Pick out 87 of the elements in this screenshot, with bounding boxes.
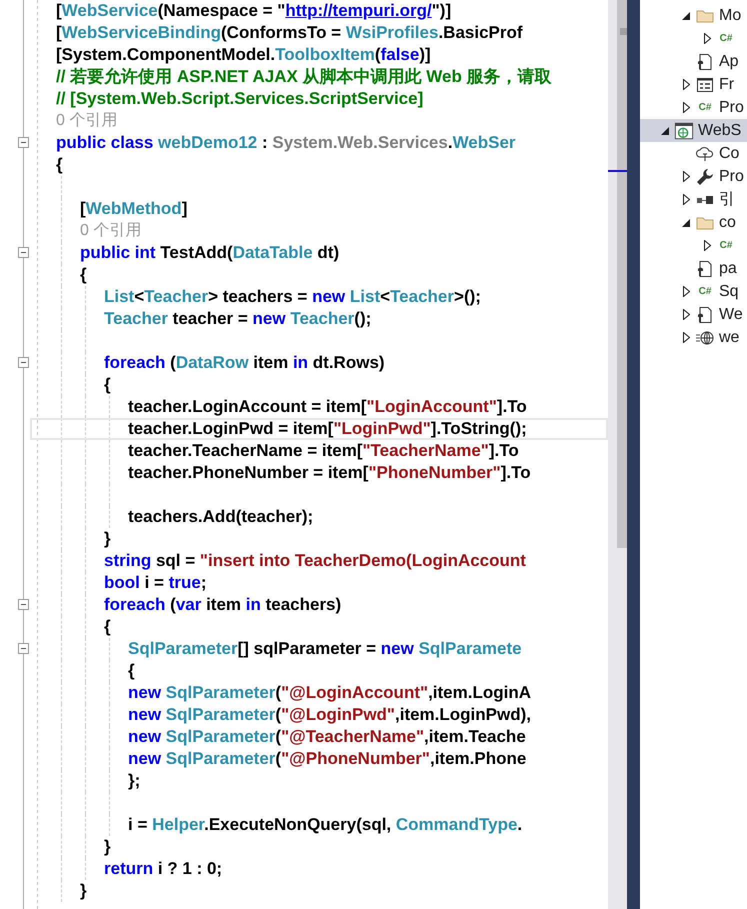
collapsed-arrow-icon[interactable] (704, 33, 710, 44)
collapsed-arrow-icon[interactable] (682, 194, 690, 205)
collapsed-arrow-icon[interactable] (682, 171, 690, 182)
code-line: new SqlParameter("@LoginPwd",item.LoginPwd), (128, 704, 531, 726)
code-line: public class webDemo12 : System.Web.Services.WebSer (56, 132, 516, 154)
collapsed-arrow-icon[interactable] (682, 332, 690, 343)
tree-item[interactable]: We (640, 303, 747, 326)
tree-item[interactable]: C# Sq (640, 280, 747, 303)
reference-icon (696, 194, 714, 204)
tree-item[interactable]: C# Pro (640, 96, 747, 119)
document-wrench-icon (696, 306, 714, 324)
expanded-arrow-icon[interactable] (682, 12, 690, 20)
folder-icon (696, 8, 714, 22)
url-link[interactable]: http://tempuri.org/ (285, 1, 432, 20)
cloud-icon (695, 146, 715, 162)
globe-window-icon (674, 120, 694, 140)
code-line: foreach (DataRow item in dt.Rows) (104, 352, 385, 374)
csharp-file-icon: C# (720, 33, 732, 44)
code-line: teacher.TeacherName = item["TeacherName"].To (128, 440, 519, 462)
code-line: } (104, 528, 111, 550)
code-line: i = Helper.ExecuteNonQuery(sql, CommandType. (128, 814, 522, 836)
code-line: return i ? 1 : 0; (104, 858, 222, 880)
code-line: { (56, 154, 63, 176)
collapsed-arrow-icon[interactable] (682, 309, 690, 320)
tree-item[interactable]: co (640, 211, 747, 234)
code-line: [WebService(Namespace = "http://tempuri.org/")] (56, 0, 452, 22)
fold-toggle[interactable] (18, 357, 29, 368)
tree-item[interactable]: pa (640, 257, 747, 280)
code-line: bool i = true; (104, 572, 207, 594)
collapsed-arrow-icon[interactable] (682, 286, 690, 297)
tree-item[interactable]: Pro (640, 165, 747, 188)
tree-item[interactable]: Co (640, 142, 747, 165)
expanded-arrow-icon[interactable] (682, 218, 690, 226)
form-icon (696, 76, 714, 92)
csharp-file-icon: C# (720, 240, 732, 251)
code-line: public int TestAdd(DataTable dt) (80, 242, 340, 264)
code-line: { (104, 616, 111, 638)
code-line: teacher.LoginAccount = item["LoginAccount"].To (128, 396, 527, 418)
vertical-scrollbar[interactable] (608, 0, 627, 909)
code-line: string sql = "insert into TeacherDemo(LoginAccount (104, 550, 526, 572)
code-line: // [System.Web.Script.Services.ScriptService] (56, 88, 424, 110)
tree-item[interactable]: C# (640, 27, 747, 50)
document-wrench-icon (696, 52, 714, 70)
code-line: new SqlParameter("@PhoneNumber",item.Phone (128, 748, 526, 770)
csharp-file-icon: C# (698, 286, 712, 297)
tree-item[interactable]: Fr (640, 73, 747, 96)
fold-toggle[interactable] (18, 137, 29, 148)
tree-item[interactable]: Ap (640, 50, 747, 73)
code-line: List<Teacher> teachers = new List<Teacher>(); (104, 286, 481, 308)
collapsed-arrow-icon[interactable] (704, 240, 710, 251)
code-line: new SqlParameter("@LoginAccount",item.LoginA (128, 682, 532, 704)
code-line: teacher.PhoneNumber = item["PhoneNumber"].To (128, 462, 531, 484)
collapsed-arrow-icon[interactable] (682, 102, 690, 113)
code-line: teacher.LoginPwd = item["LoginPwd"].ToString(); (128, 418, 527, 440)
code-line: foreach (var item in teachers) (104, 594, 342, 616)
csharp-file-icon: C# (698, 102, 712, 113)
code-line: }; (128, 770, 140, 792)
code-line: [WebMethod] (80, 198, 188, 220)
document-wrench-icon (696, 260, 714, 278)
code-line: { (104, 374, 111, 396)
caret-position-marker (608, 170, 627, 172)
fold-toggle[interactable] (18, 599, 29, 610)
code-line: } (104, 836, 111, 858)
code-line: SqlParameter[] sqlParameter = new SqlParamete (128, 638, 522, 660)
tree-item[interactable]: Mo (640, 4, 747, 27)
scroll-marker (620, 28, 627, 35)
fold-toggle[interactable] (18, 643, 29, 654)
code-line: Teacher teacher = new Teacher(); (104, 308, 372, 330)
collapsed-arrow-icon[interactable] (682, 79, 690, 90)
code-line: [System.ComponentModel.ToolboxItem(false)] (56, 44, 431, 66)
code-line: // 若要允许使用 ASP.NET AJAX 从脚本中调用此 Web 服务，请取 (56, 66, 552, 88)
expanded-arrow-icon[interactable] (661, 126, 669, 134)
code-line: { (128, 660, 135, 682)
code-line: new SqlParameter("@TeacherName",item.Teache (128, 726, 526, 748)
globe-icon (695, 330, 715, 346)
tree-item[interactable]: we (640, 326, 747, 349)
wrench-icon (696, 168, 714, 186)
code-line: [WebServiceBinding(ConformsTo = WsiProfiles.BasicProf (56, 22, 523, 44)
code-line: { (80, 264, 87, 286)
code-line: teachers.Add(teacher); (128, 506, 314, 528)
tree-item[interactable]: WebS (640, 119, 747, 142)
code-line: } (80, 880, 87, 902)
tree-item[interactable]: C# (640, 234, 747, 257)
scrollbar-thumb[interactable] (617, 0, 627, 548)
tree-item[interactable]: 引 (640, 188, 747, 211)
folder-icon (696, 216, 714, 230)
fold-toggle[interactable] (18, 247, 29, 258)
